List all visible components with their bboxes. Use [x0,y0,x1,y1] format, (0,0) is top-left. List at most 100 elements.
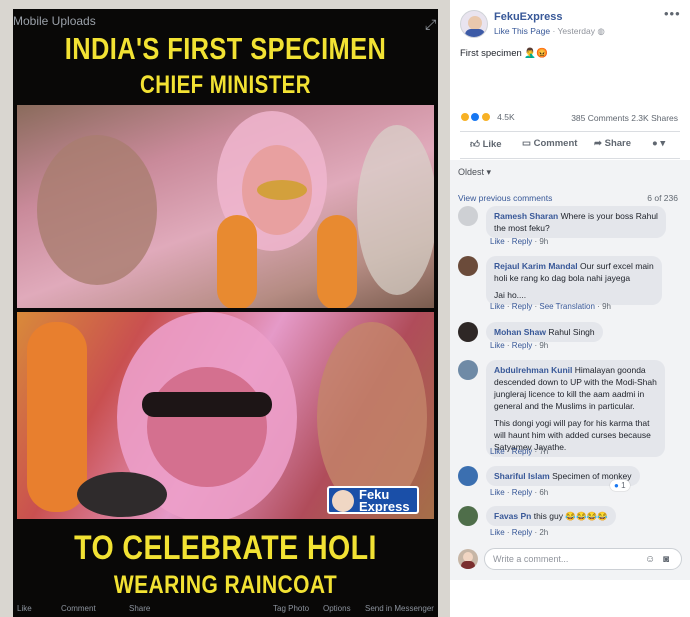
like-reaction-icon [470,112,481,122]
comment-bubble: Mohan Shaw Rahul Singh [486,322,603,342]
commenter-avatar[interactable] [458,506,478,526]
comment-like-link[interactable]: Like [490,237,505,246]
post-caption: First specimen 🤦‍♂️😡 [460,48,549,59]
post-meta: Like This Page · Yesterday ◍ [494,26,605,36]
photo-comment-button[interactable]: Comment [61,604,96,613]
wow-reaction-icon [480,112,491,122]
comment-meta: Like · Reply · See Translation · 9h [490,302,611,311]
comment-meta: Like · Reply · 6h [490,488,549,497]
post-photo[interactable]: Mobile Uploads ⤢ INDIA'S FIRST SPECIMEN … [13,9,438,617]
commenter-name[interactable]: Mohan Shaw [494,327,546,337]
comment-meta: Like · Reply · 2h [490,528,549,537]
headline-line-3: TO CELEBRATE HOLI [74,529,377,567]
commenter-name[interactable]: Favas Pn [494,511,531,521]
commenter-name[interactable]: Abdulrehman Kunil [494,365,572,375]
comment-reply-link[interactable]: Reply [512,447,532,456]
comment-reply-link[interactable]: Reply [512,341,532,350]
comment-reply-link[interactable]: Reply [512,488,532,497]
like-page-link[interactable]: Like This Page [494,26,550,36]
comment-meta: Like · Reply · 9h [490,341,549,350]
comment-icon: ▭ [522,138,531,149]
comment-like-link[interactable]: Like [490,302,505,311]
comment-page-count: 6 of 236 [647,193,678,203]
comment-like-link[interactable]: Like [490,488,505,497]
comment-reaction-badge[interactable]: ● 1 [610,480,630,491]
like-reaction-icon: ● [614,481,619,490]
see-translation-link[interactable]: See Translation [539,302,595,311]
comment-like-link[interactable]: Like [490,447,505,456]
comment-meta: Like · Reply · 7h [490,447,549,456]
comments-count[interactable]: 385 Comments [571,113,629,123]
globe-icon: ◍ [597,26,605,36]
post-side-panel: FekuExpress Like This Page · Yesterday ◍… [450,0,690,617]
comment-time[interactable]: 9h [602,302,611,311]
commenter-name[interactable]: Rejaul Karim Mandal [494,261,578,271]
view-previous-comments-link[interactable]: View previous comments [458,193,552,203]
like-button[interactable]: 👍︎ Like [470,138,502,150]
engagement-counts: 385 Comments 2.3K Shares [571,113,678,123]
comment-time[interactable]: 7h [539,447,548,456]
comment-bubble: Ramesh Sharan Where is your boss Rahul t… [486,206,666,238]
emoji-icon[interactable]: ☺ [645,554,655,565]
watermark-text-2: Express [359,499,410,514]
page-avatar[interactable] [460,10,488,38]
reaction-summary[interactable]: 4.5K [460,112,515,122]
comment-reply-link[interactable]: Reply [512,528,532,537]
commenter-name[interactable]: Shariful Islam [494,471,550,481]
divider [460,131,680,132]
top-photo [17,105,434,308]
comment-bubble: Favas Pn this guy 😂😂😂😂 [486,506,616,526]
comment-time[interactable]: 2h [539,528,548,537]
comment-reply-link[interactable]: Reply [512,237,532,246]
post-time[interactable]: Yesterday [558,26,596,36]
page-name[interactable]: FekuExpress [494,11,562,23]
commenter-avatar[interactable] [458,360,478,380]
profile-icon: ● [652,138,658,149]
share-button[interactable]: ➦ Share [594,138,631,149]
more-options-icon[interactable]: ••• [664,6,681,21]
facebook-photo-viewer: Mobile Uploads ⤢ INDIA'S FIRST SPECIMEN … [0,0,690,617]
comment-time[interactable]: 9h [539,237,548,246]
divider [460,158,680,159]
comment-time[interactable]: 9h [539,341,548,350]
thumbs-up-icon: 👍︎ [470,139,480,150]
comment-bubble: Rejaul Karim Mandal Our surf excel main … [486,256,662,305]
options-button[interactable]: Options [323,604,351,613]
shares-count[interactable]: 2.3K Shares [631,113,678,123]
photo-viewer-area: Mobile Uploads ⤢ INDIA'S FIRST SPECIMEN … [0,0,450,617]
photo-share-button[interactable]: Share [129,604,150,613]
photo-action-bar: Like Comment Share Tag Photo Options Sen… [13,603,438,617]
comment-button[interactable]: ▭ Comment [522,138,577,149]
comment-like-link[interactable]: Like [490,528,505,537]
comment-input[interactable]: Write a comment... ☺ ◙ [484,548,682,570]
headline-line-1: INDIA'S FIRST SPECIMEN [64,31,387,66]
haha-reaction-icon [460,112,470,122]
commenter-name[interactable]: Ramesh Sharan [494,211,558,221]
headline-line-4: WEARING RAINCOAT [113,571,338,599]
send-messenger-button[interactable]: Send in Messenger [365,604,434,613]
album-label[interactable]: Mobile Uploads [13,14,96,28]
write-comment-row: Write a comment... ☺ ◙ [450,540,690,580]
tag-photo-button[interactable]: Tag Photo [273,604,309,613]
reaction-count[interactable]: 4.5K [497,112,515,122]
commenter-avatar[interactable] [458,466,478,486]
headline-line-2: CHIEF MINISTER [140,71,311,99]
audience-selector[interactable]: ● ▾ [652,138,665,149]
photo-like-button[interactable]: Like [17,604,32,613]
comment-like-link[interactable]: Like [490,341,505,350]
commenter-avatar[interactable] [458,322,478,342]
comment-reply-link[interactable]: Reply [512,302,532,311]
commenter-avatar[interactable] [458,256,478,276]
comment-sort-dropdown[interactable]: Oldest ▾ [458,167,491,178]
comment-meta: Like · Reply · 9h [490,237,549,246]
comments-section: Oldest ▾ View previous comments 6 of 236… [450,160,690,580]
share-icon: ➦ [594,138,602,149]
comment-time[interactable]: 6h [539,488,548,497]
user-avatar [458,549,478,569]
feku-express-watermark: Feku Express [327,486,419,514]
expand-icon[interactable]: ⤢ [425,17,436,33]
watermark-face-icon [332,490,354,512]
post-actions: 👍︎ Like ▭ Comment ➦ Share ● ▾ [460,133,680,157]
commenter-avatar[interactable] [458,206,478,226]
camera-icon[interactable]: ◙ [663,554,669,565]
